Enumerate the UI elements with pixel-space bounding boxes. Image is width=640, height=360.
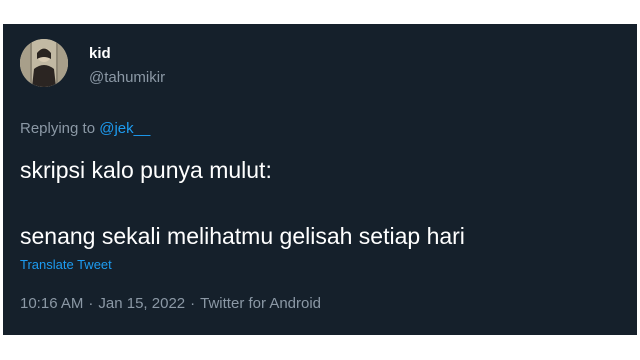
tweet-text-line-2: senang sekali melihatmu gelisah setiap h… — [20, 223, 465, 249]
meta-separator: · — [190, 295, 196, 312]
meta-separator: · — [88, 295, 94, 312]
author-display-name[interactable]: kid — [89, 45, 111, 62]
user-avatar-photo-icon — [20, 39, 68, 87]
avatar[interactable] — [20, 39, 68, 87]
tweet-time[interactable]: 10:16 AM — [20, 295, 83, 312]
reply-mention-link[interactable]: @jek__ — [99, 120, 150, 137]
tweet-source[interactable]: Twitter for Android — [200, 295, 321, 312]
tweet-meta: 10:16 AM · Jan 15, 2022 · Twitter for Androi… — [20, 295, 321, 312]
replying-to: Replying to @jek__ — [20, 120, 150, 137]
tweet-date[interactable]: Jan 15, 2022 — [98, 295, 185, 312]
replying-to-label: Replying to — [20, 120, 100, 137]
tweet-text-line-1: skripsi kalo punya mulut: — [20, 157, 272, 183]
tweet-card: kid @tahumikir Replying to @jek__ skrips… — [3, 24, 637, 335]
translate-tweet-link[interactable]: Translate Tweet — [20, 257, 112, 272]
author-handle[interactable]: @tahumikir — [89, 69, 165, 86]
